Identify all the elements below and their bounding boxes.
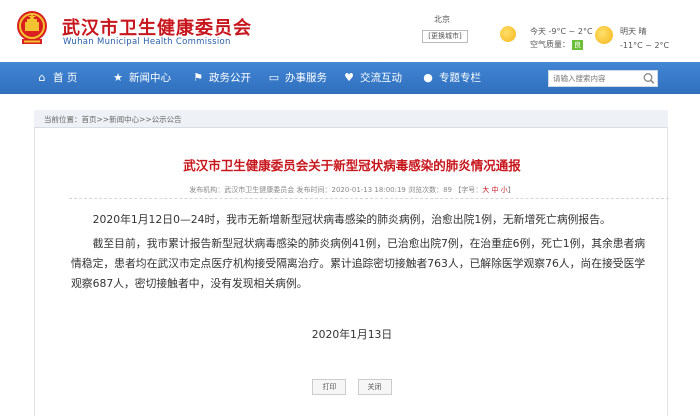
bookmark-icon: ⚑ — [193, 71, 203, 84]
home-icon: ⌂ — [38, 71, 46, 84]
nav-item-topics[interactable]: ● 专题专栏 — [422, 62, 481, 94]
nav-item-gov-affairs[interactable]: ⚑ 政务公开 — [192, 62, 251, 94]
nav-item-services[interactable]: ▭ 办事服务 — [268, 62, 327, 94]
air-quality: 空气质量：良 — [530, 40, 583, 50]
article-date: 2020年1月13日 — [311, 328, 393, 341]
national-emblem-icon — [17, 11, 47, 44]
sunny-icon — [500, 26, 516, 42]
search-icon[interactable] — [641, 71, 657, 86]
close-button[interactable]: 关闭 — [357, 379, 392, 395]
article-container: 武汉市卫生健康委员会关于新型冠状病毒感染的肺炎情况通报 发布机构：武汉市卫生健康… — [34, 128, 669, 416]
search-box — [548, 70, 658, 87]
today-temp: 今天 -9°C ~ 2°C — [530, 27, 593, 36]
nav-item-interaction[interactable]: ♥ 交流互动 — [343, 62, 402, 94]
article-actions: 打印 关闭 — [35, 374, 669, 395]
font-size-options[interactable]: 大 中 小 — [482, 186, 507, 194]
site-header: 武汉市卫生健康委员会 Wuhan Municipal Health Commis… — [0, 0, 700, 62]
nav-item-home[interactable]: ⌂ 首 页 — [36, 62, 78, 94]
tomorrow-label: 明天 晴 — [620, 27, 647, 36]
nav-item-news[interactable]: ★ 新闻中心 — [112, 62, 171, 94]
heart-icon: ♥ — [344, 71, 354, 84]
article-paragraph: 2020年1月12日0—24时，我市无新增新型冠状病毒感染的肺炎病例，治愈出院1… — [92, 213, 611, 226]
chat-icon: ● — [423, 71, 433, 84]
divider — [69, 198, 669, 199]
main-nav: ⌂ 首 页 ★ 新闻中心 ⚑ 政务公开 ▭ 办事服务 ♥ 交流互动 ● 专题专栏 — [0, 62, 700, 94]
breadcrumb-text: 当前位置：首页>>新闻中心>>公示公告 — [44, 115, 182, 124]
breadcrumb: 当前位置：首页>>新闻中心>>公示公告 — [34, 110, 668, 128]
air-quality-badge: 良 — [572, 40, 583, 50]
city-name: 北京 — [434, 15, 450, 24]
switch-city-button[interactable]: [更换城市] — [422, 30, 468, 43]
star-icon: ★ — [113, 71, 123, 84]
desktop-icon: ▭ — [268, 71, 280, 84]
article-meta: 发布机构：武汉市卫生健康委员会 发布时间：2020-01-13 18:00:19… — [189, 186, 515, 194]
print-button[interactable]: 打印 — [312, 379, 347, 395]
site-subtitle: Wuhan Municipal Health Commission — [63, 37, 231, 47]
sunny-icon — [595, 26, 613, 44]
search-input[interactable] — [553, 72, 637, 85]
article-title: 武汉市卫生健康委员会关于新型冠状病毒感染的肺炎情况通报 — [183, 158, 521, 173]
article-paragraph: 截至目前，我市累计报告新型冠状病毒感染的肺炎病例41例，已治愈出院7例，在治重症… — [71, 237, 646, 290]
tomorrow-temp: -11°C ~ 2°C — [620, 41, 670, 50]
